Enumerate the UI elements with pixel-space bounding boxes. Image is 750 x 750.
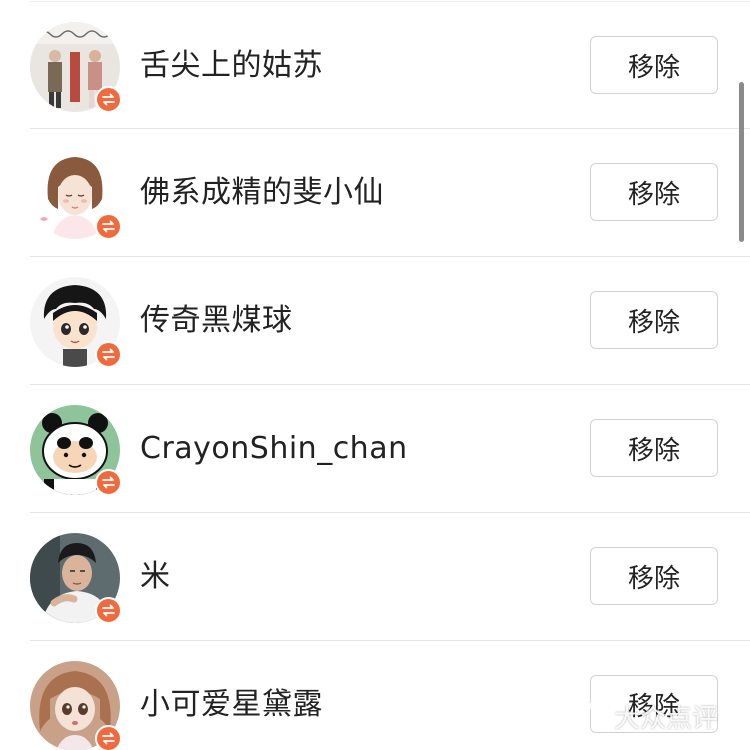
watermark-text: 大众点评 — [614, 704, 719, 734]
remove-button[interactable]: 移除 — [590, 163, 718, 221]
user-name: 舌尖上的姑苏 — [140, 48, 323, 83]
swap-badge-icon — [95, 341, 122, 368]
swap-badge-icon — [95, 86, 122, 113]
swap-badge-icon — [95, 725, 122, 750]
following-list: 舌尖上的姑苏 移除 佛系成精的斐小仙 移除 传奇黑煤球 移除 CrayonShi… — [0, 0, 750, 750]
list-item[interactable]: 传奇黑煤球 移除 — [30, 257, 750, 385]
watermark: 大众点评 — [578, 698, 718, 735]
remove-button[interactable]: 移除 — [590, 291, 718, 349]
list-item[interactable]: 米 移除 — [30, 513, 750, 641]
remove-button[interactable]: 移除 — [590, 36, 718, 94]
remove-button[interactable]: 移除 — [590, 547, 718, 605]
list-item[interactable]: CrayonShin_chan 移除 — [30, 385, 750, 513]
swap-badge-icon — [95, 597, 122, 624]
list-item[interactable]: 舌尖上的姑苏 移除 — [30, 1, 750, 129]
user-name: 传奇黑煤球 — [140, 303, 293, 338]
dianping-logo-icon — [578, 698, 608, 735]
user-name: 米 — [140, 559, 171, 594]
user-name: CrayonShin_chan — [140, 431, 408, 466]
user-name: 佛系成精的斐小仙 — [140, 175, 384, 210]
remove-button[interactable]: 移除 — [590, 419, 718, 477]
swap-badge-icon — [95, 213, 122, 240]
swap-badge-icon — [95, 469, 122, 496]
list-item[interactable]: 佛系成精的斐小仙 移除 — [30, 129, 750, 257]
scrollbar[interactable] — [739, 82, 744, 242]
user-name: 小可爱星黛露 — [140, 687, 323, 722]
